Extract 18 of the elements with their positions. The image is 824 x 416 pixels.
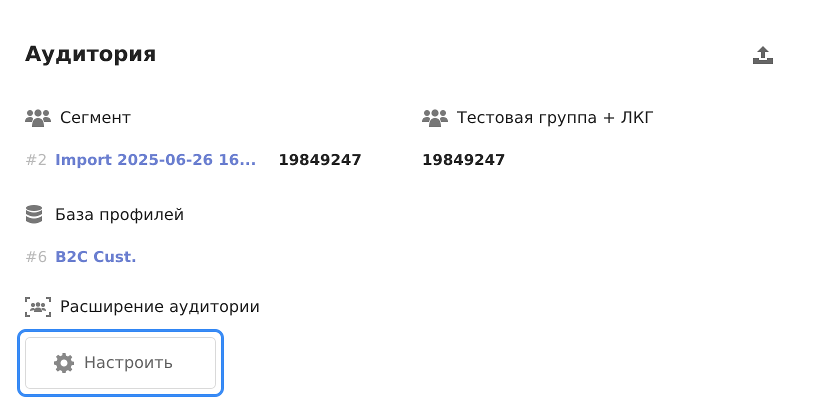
audience-expand-icon xyxy=(25,297,51,317)
expansion-label: Расширение аудитории xyxy=(60,296,260,318)
upload-icon[interactable] xyxy=(752,45,774,65)
segment-label: Сегмент xyxy=(60,107,132,129)
configure-button[interactable]: Настроить xyxy=(25,337,216,389)
profile-base-link[interactable]: B2C Cust. xyxy=(55,246,137,268)
profile-base-label: База профилей xyxy=(55,204,184,226)
settings-icon xyxy=(54,353,74,373)
test-group-count: 19849247 xyxy=(422,150,506,171)
segment-number: #2 xyxy=(25,150,48,171)
profile-base-number: #6 xyxy=(25,246,48,268)
section-title: Аудитория xyxy=(25,41,156,68)
users-icon xyxy=(25,109,51,127)
users-icon xyxy=(422,109,448,127)
database-icon xyxy=(25,205,43,225)
segment-link[interactable]: Import 2025-06-26 16... xyxy=(55,148,256,172)
test-group-label: Тестовая группа + ЛКГ xyxy=(457,107,654,129)
segment-count: 19849247 xyxy=(278,150,362,171)
